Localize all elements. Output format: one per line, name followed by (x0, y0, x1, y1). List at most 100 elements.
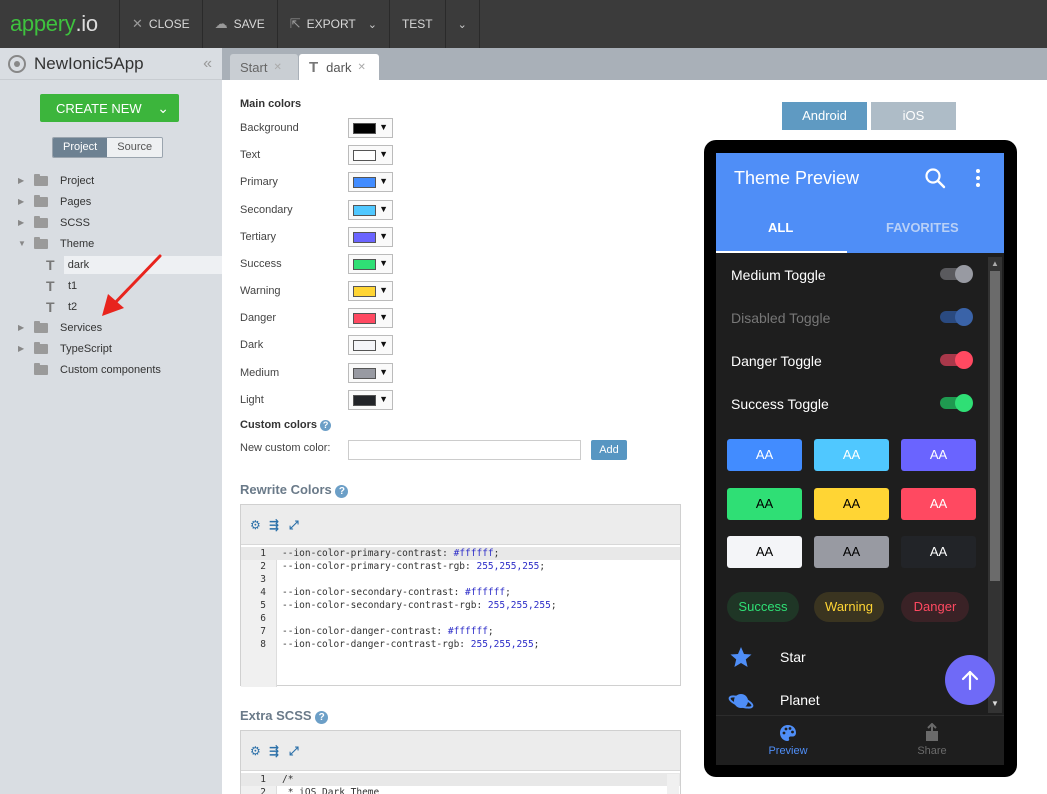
expand-arrow-icon[interactable]: ▶ (18, 323, 26, 332)
preview-color-button[interactable]: AA (814, 439, 889, 471)
code-line[interactable]: 8 --ion-color-danger-contrast-rgb: 255,25… (241, 638, 680, 651)
new-custom-color-input[interactable] (348, 440, 581, 460)
code-line[interactable]: 2 --ion-color-primary-contrast-rgb: 255,2… (241, 560, 680, 573)
preview-color-button[interactable]: AA (727, 488, 802, 520)
appery-logo[interactable]: appery .io (0, 0, 120, 48)
format-indent-icon[interactable]: ⇶ (269, 744, 279, 758)
color-picker-button[interactable]: ▼ (348, 308, 393, 328)
color-picker-button[interactable]: ▼ (348, 335, 393, 355)
scroll-thumb[interactable] (990, 271, 1000, 581)
preview-scrollbar[interactable]: ▲ ▼ (988, 257, 1002, 713)
code-body[interactable]: 1 --ion-color-primary-contrast: #ffffff; 2… (241, 547, 680, 687)
scroll-down-icon[interactable]: ▼ (991, 699, 999, 708)
collapse-panel-icon[interactable]: « (203, 55, 212, 73)
project-source-toggle: Project Source (52, 137, 164, 158)
close-tab-icon[interactable]: ✕ (273, 62, 281, 73)
footer-tab-preview[interactable]: Preview (738, 716, 838, 765)
code-body[interactable]: 1/* 2 * iOS Dark Theme (241, 773, 680, 794)
fullscreen-icon[interactable]: ⤢ (289, 518, 299, 533)
chip-warning[interactable]: Warning (814, 592, 884, 622)
tree-item-typescript[interactable]: ▶ TypeScript (0, 338, 222, 359)
tab-start[interactable]: Start ✕ (230, 54, 298, 80)
save-button[interactable]: ☁ SAVE (203, 0, 278, 48)
code-line[interactable]: 7 --ion-color-danger-contrast: #ffffff; (241, 625, 680, 638)
test-dropdown-button[interactable]: ⌄ (446, 0, 480, 48)
dropdown-arrow-icon: ▼ (379, 312, 388, 322)
fab-button[interactable] (945, 655, 995, 705)
test-button[interactable]: TEST (390, 0, 446, 48)
color-picker-button[interactable]: ▼ (348, 145, 393, 165)
create-new-button[interactable]: CREATE NEW ⌄ (40, 94, 179, 122)
tab-source[interactable]: Source (107, 138, 163, 157)
footer-tab-share[interactable]: Share (882, 716, 982, 765)
toggle-switch[interactable] (940, 265, 973, 283)
export-button[interactable]: ⇱ EXPORT ⌄ (278, 0, 390, 48)
color-picker-button[interactable]: ▼ (348, 281, 393, 301)
more-vertical-icon[interactable] (976, 169, 980, 190)
extra-scss-editor[interactable]: ⚙ ⇶ ⤢ 1/* 2 * iOS Dark Theme (240, 730, 681, 794)
folder-icon (34, 341, 48, 354)
preview-color-button[interactable]: AA (727, 536, 802, 568)
fullscreen-icon[interactable]: ⤢ (289, 744, 299, 759)
help-icon[interactable]: ? (320, 420, 332, 431)
color-picker-button[interactable]: ▼ (348, 227, 393, 247)
collapse-arrow-icon[interactable]: ▼ (18, 239, 26, 248)
format-indent-icon[interactable]: ⇶ (269, 518, 279, 532)
help-icon[interactable]: ? (335, 485, 349, 498)
search-icon[interactable] (924, 167, 946, 189)
tree-item-scss[interactable]: ▶ SCSS (0, 212, 222, 233)
preview-color-button[interactable]: AA (814, 536, 889, 568)
platform-android-button[interactable]: Android (782, 102, 867, 130)
preview-color-button[interactable]: AA (901, 488, 976, 520)
add-custom-color-button[interactable]: Add (591, 440, 627, 460)
close-button[interactable]: ✕ CLOSE (120, 0, 203, 48)
code-line[interactable]: 4 --ion-color-secondary-contrast: #ffffff… (241, 586, 680, 599)
code-line[interactable]: 3 (241, 573, 680, 586)
rewrite-colors-editor[interactable]: ⚙ ⇶ ⤢ 1 --ion-color-primary-contrast: #ff… (240, 504, 681, 687)
code-end: ; (550, 600, 557, 611)
settings-gear-icon[interactable]: ⚙ (250, 744, 261, 758)
toggle-switch[interactable] (940, 394, 973, 412)
preview-tab-favorites[interactable]: FAVORITES (886, 220, 959, 235)
code-line[interactable]: 6 (241, 612, 680, 625)
code-line[interactable]: 1 /* (241, 773, 680, 786)
chip-success[interactable]: Success (727, 592, 799, 622)
tree-item-pages[interactable]: ▶ Pages (0, 191, 222, 212)
extra-scss-label: Extra SCSS (240, 708, 312, 723)
platform-ios-button[interactable]: iOS (871, 102, 956, 130)
dropdown-arrow-icon: ▼ (379, 204, 388, 214)
expand-arrow-icon[interactable]: ▶ (18, 176, 26, 185)
chip-danger[interactable]: Danger (901, 592, 969, 622)
color-picker-button[interactable]: ▼ (348, 118, 393, 138)
scroll-up-icon[interactable]: ▲ (991, 259, 999, 268)
help-icon[interactable]: ? (315, 711, 329, 724)
expand-arrow-icon[interactable]: ▶ (18, 218, 26, 227)
close-tab-icon[interactable]: ✕ (357, 62, 365, 73)
preview-color-button[interactable]: AA (901, 439, 976, 471)
color-label: Danger (240, 312, 277, 324)
color-row-tertiary: Tertiary ▼ (240, 227, 400, 249)
toggle-switch[interactable] (940, 351, 973, 369)
tab-dark[interactable]: Tdark ✕ (299, 54, 379, 80)
expand-arrow-icon[interactable]: ▶ (18, 197, 26, 206)
preview-color-button[interactable]: AA (727, 439, 802, 471)
form-scrollbar[interactable] (667, 774, 679, 794)
color-picker-button[interactable]: ▼ (348, 172, 393, 192)
code-line[interactable]: 2 * iOS Dark Theme (241, 786, 680, 794)
settings-gear-icon[interactable]: ⚙ (250, 518, 261, 532)
color-picker-button[interactable]: ▼ (348, 254, 393, 274)
tree-item-project[interactable]: ▶ Project (0, 170, 222, 191)
preview-tab-all[interactable]: ALL (768, 220, 793, 235)
expand-arrow-icon[interactable]: ▶ (18, 344, 26, 353)
code-line[interactable]: 1 --ion-color-primary-contrast: #ffffff; (241, 547, 680, 560)
color-picker-button[interactable]: ▼ (348, 363, 393, 383)
color-picker-button[interactable]: ▼ (348, 200, 393, 220)
preview-color-button[interactable]: AA (901, 536, 976, 568)
code-line[interactable]: 5 --ion-color-secondary-contrast-rgb: 255… (241, 599, 680, 612)
tree-item-custom-components[interactable]: ▶Custom components (0, 359, 222, 380)
color-picker-button[interactable]: ▼ (348, 390, 393, 410)
code-prop: --ion-color-secondary-contrast-rgb: (282, 600, 488, 611)
preview-color-button[interactable]: AA (814, 488, 889, 520)
tab-project[interactable]: Project (53, 138, 108, 157)
line-number: 7 (260, 626, 266, 637)
